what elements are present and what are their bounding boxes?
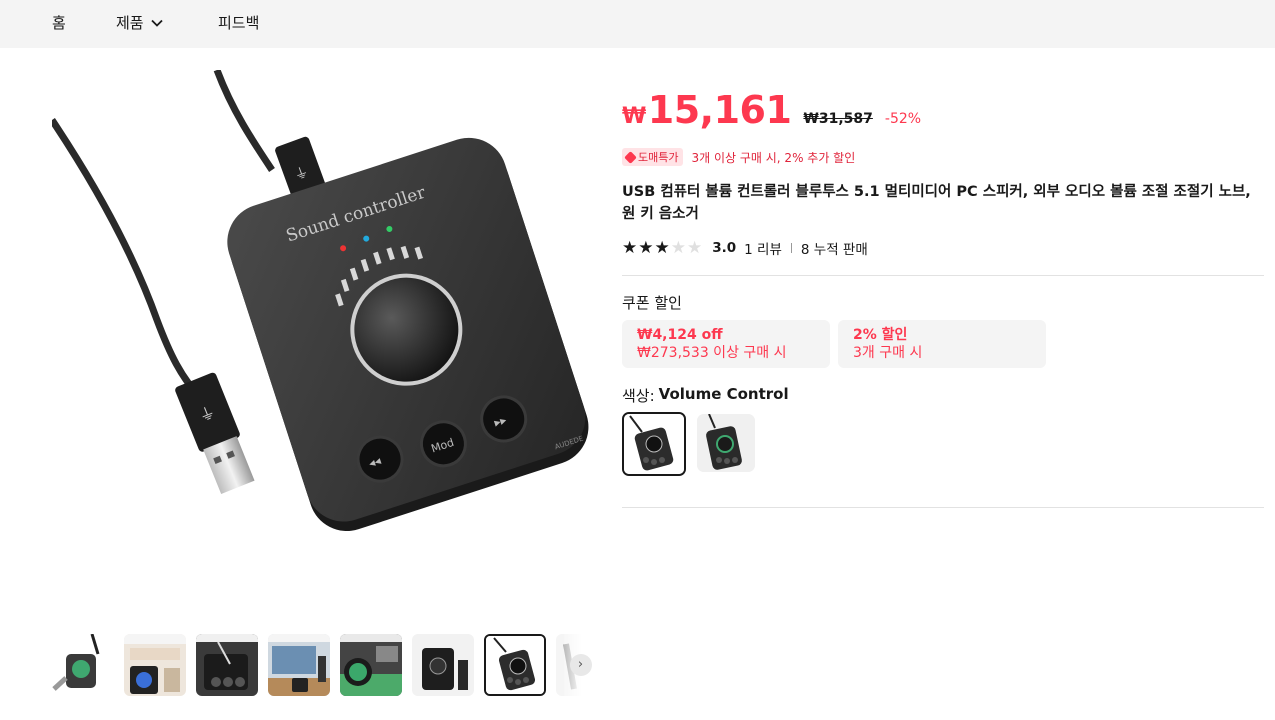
currency-symbol: ₩ (622, 104, 646, 129)
nav-home[interactable]: 홈 (52, 12, 66, 33)
promo-text: 3개 이상 구매 시, 2% 추가 할인 (691, 150, 856, 165)
section-divider (622, 275, 1264, 276)
sold-count: 8 누적 판매 (800, 242, 868, 258)
coupon-card-1[interactable]: ₩4,124 off ₩273,533 이상 구매 시 (622, 320, 830, 368)
star-icon: ★ (638, 238, 654, 258)
promo-tag-label: 도매특가 (638, 151, 679, 164)
color-option-volume-control[interactable] (622, 412, 686, 476)
nav-products[interactable]: 제품 (116, 12, 164, 33)
coupon-section-label: 쿠폰 할인 (622, 294, 682, 312)
thumbnail-strip: › (52, 634, 597, 698)
thumbnail-5[interactable] (340, 634, 402, 696)
discount-percent: -52% (884, 111, 922, 127)
star-icon: ★ (654, 238, 670, 258)
original-price: ₩31,587 (803, 111, 873, 127)
thumbnail-next-button[interactable]: › (564, 634, 597, 696)
star-icon: ★ (687, 238, 703, 258)
volume-controller-illustration: ⏚ ⏚ Sound controller Mod ◂◂ ▸▸ AUDEDE (49, 68, 589, 532)
divider (790, 243, 792, 253)
promo-tag: 도매특가 (622, 148, 684, 166)
thumbnail-7[interactable] (484, 634, 546, 696)
color-label-text: 색상: (622, 387, 655, 405)
chevron-down-icon (150, 19, 163, 27)
coupon-condition: ₩273,533 이상 구매 시 (637, 345, 787, 361)
color-label: 색상: Volume Control (622, 385, 789, 406)
thumbnail-1[interactable] (52, 634, 114, 696)
section-divider (622, 507, 1264, 508)
rating-row: ★ ★ ★ ★ ★ 3.0 1 리뷰 8 누적 판매 (622, 238, 868, 258)
thumbnail-6[interactable] (412, 634, 474, 696)
tag-icon (624, 150, 637, 164)
color-value: Volume Control (658, 385, 789, 403)
coupon-card-2[interactable]: 2% 할인 3개 구매 시 (838, 320, 1046, 368)
promo-row: 도매특가 3개 이상 구매 시, 2% 추가 할인 (622, 148, 855, 166)
main-product-image[interactable]: ⏚ ⏚ Sound controller Mod ◂◂ ▸▸ AUDEDE (49, 68, 597, 610)
thumbnail-4[interactable] (268, 634, 330, 696)
product-title: USB 컴퓨터 볼륨 컨트롤러 블루투스 5.1 멀티미디어 PC 스피커, 외… (622, 184, 1251, 222)
price-row: ₩15,161 ₩31,587 -52% (622, 88, 921, 132)
star-icon: ★ (670, 238, 686, 258)
coupon-amount: ₩4,124 off (637, 327, 723, 343)
nav-products-label: 제품 (116, 14, 144, 32)
rating-score: 3.0 (712, 240, 737, 256)
nav-home-label: 홈 (52, 14, 66, 32)
chevron-right-icon: › (569, 654, 592, 676)
coupon-amount: 2% 할인 (853, 327, 908, 343)
current-price-value: 15,161 (647, 88, 792, 132)
nav-feedback-label: 피드백 (218, 14, 260, 32)
current-price: ₩15,161 (622, 88, 792, 132)
review-count[interactable]: 1 리뷰 (744, 238, 782, 258)
top-nav: 홈 제품 피드백 (0, 0, 1275, 48)
thumbnail-2[interactable] (124, 634, 186, 696)
star-icon: ★ (622, 238, 638, 258)
coupon-condition: 3개 구매 시 (853, 345, 923, 361)
color-option-2[interactable] (697, 414, 755, 472)
nav-feedback[interactable]: 피드백 (218, 12, 259, 33)
thumbnail-3[interactable] (196, 634, 258, 696)
star-rating: ★ ★ ★ ★ ★ (622, 239, 702, 257)
